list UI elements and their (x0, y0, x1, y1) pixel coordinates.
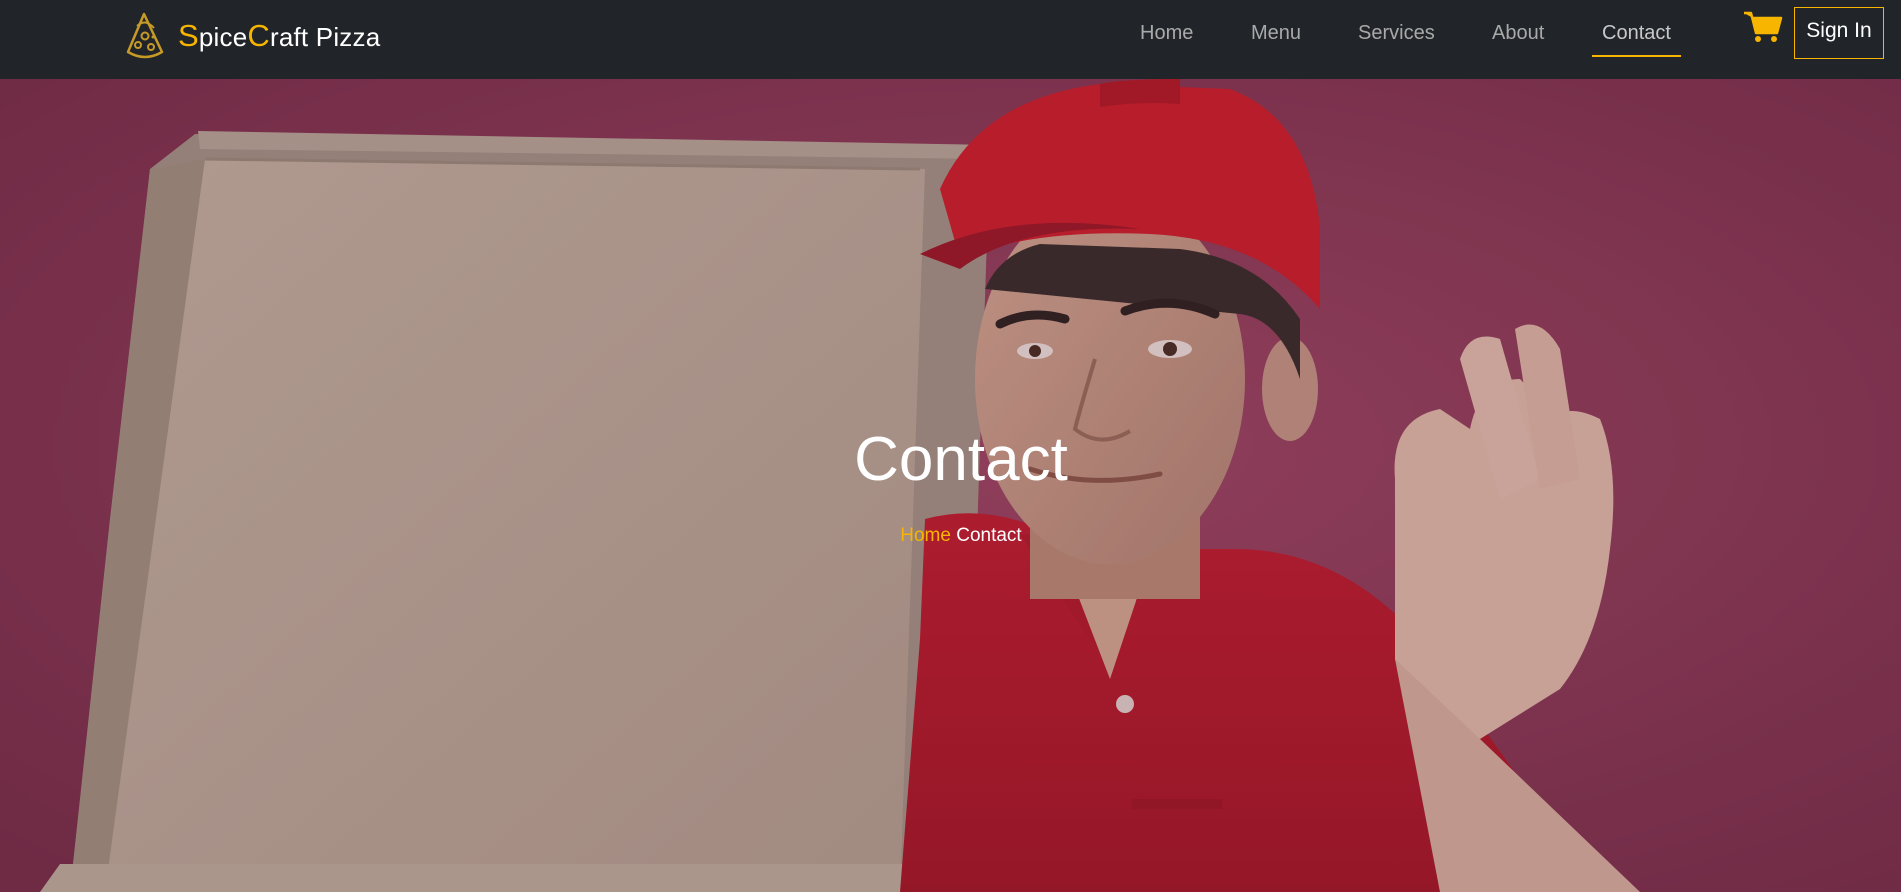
navbar: SpiceCraft Pizza Home Menu Services Abou… (0, 0, 1901, 79)
brand-initial-c: C (247, 18, 270, 53)
nav-link-menu[interactable]: Menu (1241, 20, 1311, 57)
brand-link[interactable]: SpiceCraft Pizza (124, 10, 380, 62)
brand-text-raft-pizza: raft Pizza (269, 22, 381, 52)
sign-in-button[interactable]: Sign In (1794, 7, 1884, 59)
page-title: Contact (854, 425, 1068, 494)
nav-link-contact[interactable]: Contact (1592, 20, 1681, 57)
nav-link-about[interactable]: About (1482, 20, 1554, 57)
hero-banner: Contact Home Contact (0, 79, 1901, 892)
pizza-slice-icon (126, 12, 164, 59)
nav-link-services[interactable]: Services (1348, 20, 1445, 57)
shopping-cart-icon[interactable] (1743, 9, 1783, 45)
breadcrumb-home-link[interactable]: Home (900, 525, 951, 546)
brand-text-pice: pice (198, 22, 248, 52)
brand-initial-s: S (178, 18, 199, 53)
nav-link-home[interactable]: Home (1130, 20, 1203, 57)
brand-name: SpiceCraft Pizza (178, 18, 380, 54)
breadcrumb: Home Contact (0, 525, 1901, 547)
breadcrumb-current: Contact (956, 525, 1022, 546)
